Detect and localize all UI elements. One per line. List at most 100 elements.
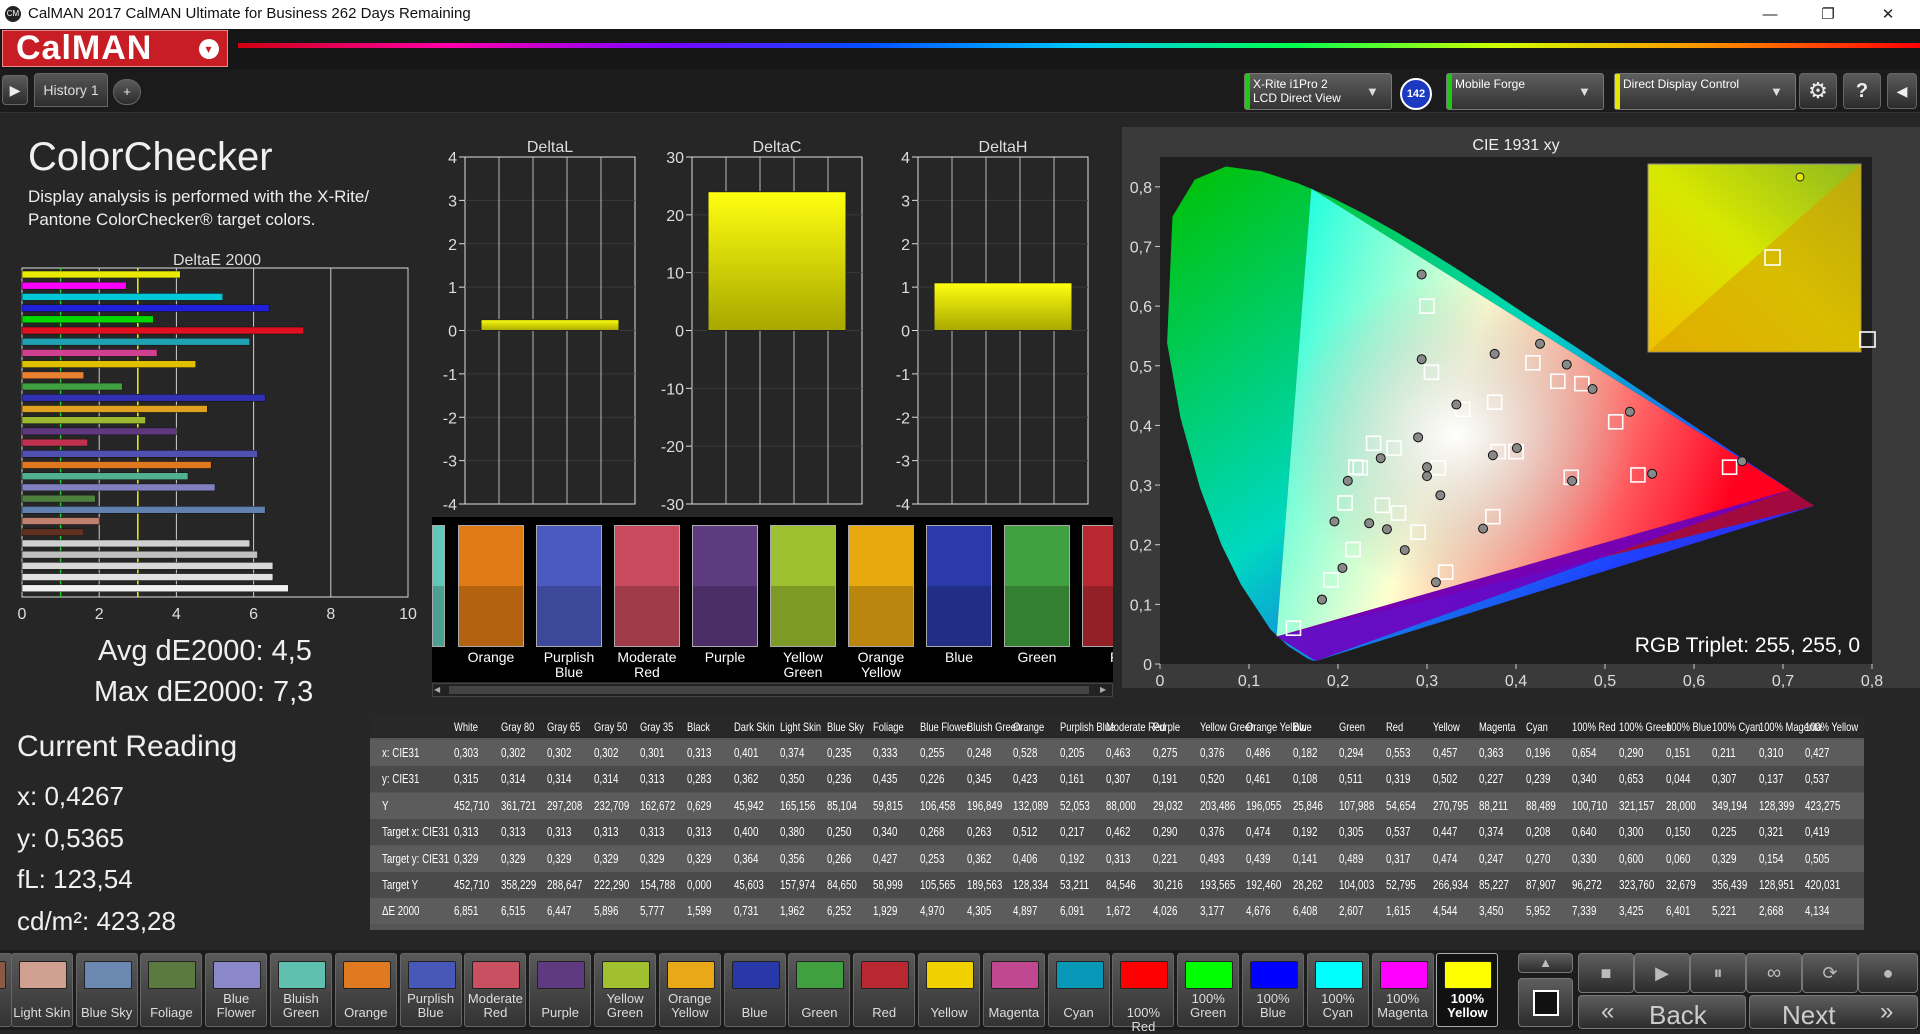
bottom-swatch[interactable]: Magenta	[982, 953, 1045, 1027]
next-button[interactable]: Next »	[1749, 995, 1918, 1030]
table-cell: 0,423	[1013, 772, 1038, 787]
color-swatch[interactable]	[614, 525, 680, 647]
red-region	[1276, 188, 1815, 637]
zoom-inset	[1647, 163, 1862, 353]
refresh-icon[interactable]: ⟳	[1802, 953, 1858, 993]
y-tick-label: -1	[443, 367, 457, 384]
color-swatch[interactable]	[848, 525, 914, 647]
table-cell: 104,003	[1339, 878, 1375, 892]
table-cell: 96,272	[1572, 878, 1603, 892]
app-icon: CM	[5, 6, 21, 22]
table-cell: 0,364	[733, 851, 758, 866]
bottom-swatch[interactable]: Yellow Green	[594, 953, 656, 1027]
stop-icon[interactable]: ■	[1578, 953, 1634, 993]
source-selector[interactable]: Mobile Forge ▼	[1446, 73, 1604, 110]
help-icon[interactable]: ?	[1843, 73, 1881, 109]
bottom-swatch[interactable]: Moderate Red	[464, 953, 527, 1027]
color-swatch[interactable]	[926, 525, 992, 647]
meter-badge[interactable]: 142	[1400, 78, 1432, 110]
add-tab-button[interactable]: +	[113, 79, 141, 105]
next-arrow-icon: »	[1880, 998, 1894, 1025]
y-tick-label: -10	[661, 381, 684, 398]
swatch-chip	[342, 961, 391, 989]
display-selector[interactable]: Direct Display Control ▼	[1614, 73, 1796, 110]
table-cell: 0,108	[1292, 772, 1318, 787]
collapse-panel-icon[interactable]: ◀	[1887, 73, 1917, 109]
bottom-swatch[interactable]: 100% Blue	[1242, 953, 1304, 1027]
settings-gear-icon[interactable]: ⚙	[1799, 73, 1837, 109]
table-cell: 0,000	[687, 878, 712, 892]
restore-button[interactable]: ❐	[1799, 0, 1857, 29]
bottom-swatch[interactable]: Purplish Blue	[399, 953, 462, 1027]
table-cell: 0,313	[640, 772, 665, 787]
bottom-swatch[interactable]: Bluish Green	[270, 953, 332, 1027]
up-arrow-icon[interactable]: ▲	[1518, 953, 1573, 973]
loop-icon[interactable]: ∞	[1746, 953, 1802, 993]
minimize-button[interactable]: —	[1741, 0, 1799, 29]
calman-logo-menu[interactable]: CalMAN ▾	[2, 30, 228, 67]
color-swatch[interactable]	[692, 525, 758, 647]
meter-selector[interactable]: X-Rite i1Pro 2 LCD Direct View ▼	[1244, 73, 1392, 110]
table-cell: 0,427	[1805, 746, 1830, 760]
color-swatch[interactable]	[536, 525, 602, 647]
color-swatch[interactable]	[1004, 525, 1070, 647]
window-title: CalMAN 2017 CalMAN Ultimate for Business…	[28, 5, 471, 22]
target-marker	[1386, 440, 1402, 456]
pause-icon[interactable]: ⏸	[1690, 953, 1746, 993]
table-cell: 0,520	[1199, 772, 1224, 787]
table-cell: 0,301	[640, 746, 665, 760]
scroll-right-icon[interactable]: ▶	[1100, 685, 1110, 695]
bottom-swatch[interactable]: Orange Yellow	[658, 953, 721, 1027]
bottom-swatch[interactable]: Yellow	[918, 953, 980, 1027]
bottom-swatch[interactable]: 100% Cyan	[1306, 953, 1369, 1027]
bottom-swatch[interactable]: 100% Yellow	[1436, 953, 1499, 1027]
swatch-chip	[926, 961, 974, 989]
bottom-swatch[interactable]: Purple	[529, 953, 592, 1027]
column-header: 100% Blue	[1665, 720, 1711, 734]
table-cell: 32,679	[1665, 878, 1696, 892]
chart-title: CIE 1931 xy	[1472, 137, 1559, 154]
tab-history-1[interactable]: History 1	[34, 73, 108, 107]
record-icon[interactable]: ●	[1858, 953, 1918, 993]
table-cell: 4,544	[1432, 904, 1457, 919]
swatch-scrollbar[interactable]: ◀ ▶	[432, 683, 1113, 697]
bar	[933, 282, 1073, 332]
bottom-swatch[interactable]: 100% Red	[1112, 953, 1175, 1034]
color-swatch[interactable]	[432, 525, 445, 647]
color-swatch[interactable]	[770, 525, 836, 647]
table-cell: 349,194	[1712, 798, 1748, 813]
table-cell: 6,091	[1059, 904, 1085, 919]
bottom-swatch[interactable]: Orange	[334, 953, 397, 1027]
bottom-swatch[interactable]: Foliage	[140, 953, 203, 1027]
play-icon[interactable]: ▶	[2, 75, 28, 105]
current-reading-title: Current Reading	[17, 730, 238, 763]
bottom-swatch[interactable]: Green	[788, 953, 851, 1027]
bottom-swatch[interactable]: Blue	[723, 953, 786, 1027]
bottom-swatch[interactable]: Cyan	[1047, 953, 1110, 1027]
bottom-swatch[interactable]: 100% Green	[1177, 953, 1240, 1027]
swatch-label: Flower	[216, 1005, 256, 1020]
color-swatch[interactable]	[458, 525, 524, 647]
play-icon[interactable]: ▶	[1634, 953, 1690, 993]
swatch-label: Blue	[554, 664, 584, 680]
table-cell: 3,450	[1479, 904, 1504, 919]
scroll-left-icon[interactable]: ◀	[434, 685, 444, 695]
stop-button[interactable]	[1518, 978, 1573, 1027]
bottom-swatch[interactable]: Light Skin	[10, 953, 73, 1027]
measured-point	[1416, 354, 1427, 365]
bottom-swatch[interactable]: Blue Sky	[75, 953, 138, 1027]
table-cell: 0,447	[1432, 825, 1457, 840]
color-swatch[interactable]	[1082, 525, 1113, 647]
scroll-thumb[interactable]	[449, 686, 1089, 694]
table-cell: 128,399	[1758, 798, 1795, 813]
bottom-swatch[interactable]: Blue Flower	[205, 953, 268, 1027]
close-button[interactable]: ✕	[1859, 0, 1917, 29]
table-cell: 128,951	[1758, 878, 1795, 892]
swatch-chip	[1379, 961, 1428, 989]
table-cell: 0,374	[780, 746, 805, 760]
bottom-swatch[interactable]: Red	[853, 953, 916, 1027]
back-button[interactable]: « Back	[1578, 995, 1746, 1030]
swatch-chip	[18, 961, 67, 989]
bottom-swatch[interactable]: 100% Magenta	[1371, 953, 1434, 1027]
y-tick-label: 4	[448, 150, 457, 167]
